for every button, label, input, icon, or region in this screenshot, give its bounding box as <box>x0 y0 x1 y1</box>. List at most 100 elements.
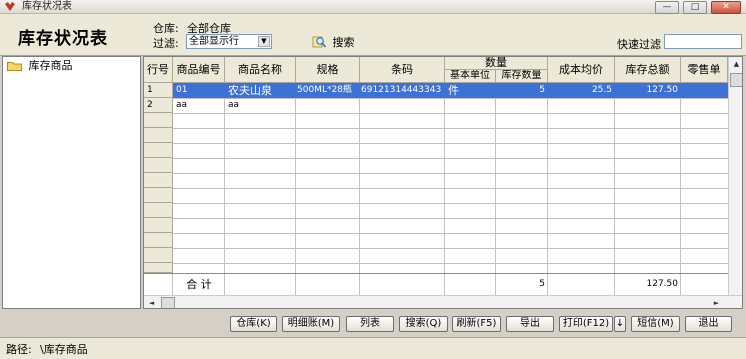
detail-ledger-button[interactable]: 明细账(M) <box>282 316 340 332</box>
totals-row: 合 计 5 127.50 <box>144 273 728 296</box>
refresh-button[interactable]: 刷新(F5) <box>452 316 501 332</box>
search-link[interactable]: 搜索 <box>312 34 355 50</box>
grid-line <box>224 274 225 296</box>
cell-barcode[interactable]: 6912131444334​3 <box>360 83 445 98</box>
cell-name[interactable]: 农夫山泉 <box>225 83 296 98</box>
exit-button[interactable]: 退出 <box>685 316 732 332</box>
cell-unit[interactable]: 件 <box>445 83 496 98</box>
grid-line <box>173 218 728 219</box>
scroll-right-icon[interactable]: ► <box>710 297 723 308</box>
page-title: 库存状况表 <box>18 29 108 49</box>
grid-line <box>173 173 728 174</box>
vertical-scrollbar[interactable]: ▲ <box>728 57 742 295</box>
scroll-left-icon[interactable]: ◄ <box>145 297 158 308</box>
app-icon <box>5 2 15 11</box>
grid-line <box>359 274 360 296</box>
column-header-total[interactable]: 库存总额 <box>615 57 681 83</box>
grid-line <box>173 113 728 114</box>
grid-line <box>444 274 445 296</box>
warehouse-label: 仓库: <box>153 22 179 35</box>
path-value: \库存商品 <box>40 343 88 356</box>
grid-line <box>495 274 496 296</box>
title-bar: 库存状况表 — □ ✕ <box>0 0 746 14</box>
minimize-button[interactable]: — <box>655 1 679 14</box>
column-header-spec[interactable]: 规格 <box>296 57 360 83</box>
quick-filter-input[interactable] <box>664 34 742 49</box>
column-header-unit[interactable]: 基本单位 <box>445 70 496 83</box>
row-header[interactable] <box>144 113 173 128</box>
cell-retail[interactable] <box>681 83 728 98</box>
row-header[interactable] <box>144 233 173 248</box>
search-button[interactable]: 搜索(Q) <box>399 316 448 332</box>
row-header[interactable] <box>144 248 173 263</box>
column-header-row-no: 行号 <box>144 57 173 83</box>
filter-select-value: 全部显示行 <box>189 36 239 47</box>
scroll-up-icon[interactable]: ▲ <box>730 58 742 71</box>
maximize-button[interactable]: □ <box>683 1 707 14</box>
totals-stock-qty: 5 <box>539 279 545 289</box>
column-header-code[interactable]: 商品编号 <box>173 57 225 83</box>
cell-stock-qty[interactable]: 5 <box>496 83 548 98</box>
folder-icon <box>7 62 22 71</box>
chevron-down-icon[interactable]: ▼ <box>258 36 270 47</box>
scroll-thumb[interactable] <box>730 73 742 87</box>
grid-line <box>173 188 728 189</box>
horizontal-scrollbar[interactable]: ◄ ► <box>144 295 742 308</box>
list-button[interactable]: 列表 <box>346 316 394 332</box>
grid-line <box>295 274 296 296</box>
cell-name[interactable]: aa <box>225 98 296 113</box>
path-label: 路径: <box>6 343 32 356</box>
status-bar: 路径: \库存商品 <box>0 337 746 359</box>
row-header[interactable] <box>144 158 173 173</box>
scroll-thumb[interactable] <box>161 297 175 308</box>
grid-line <box>173 233 728 234</box>
grid-line <box>173 248 728 249</box>
row-header[interactable]: 2 <box>144 98 173 113</box>
row-header[interactable] <box>144 218 173 233</box>
grid-line <box>173 143 728 144</box>
cell-spec[interactable]: 500ML*28瓶 <box>296 83 360 98</box>
cell-avg-cost[interactable]: 25.5 <box>548 83 615 98</box>
grid-line <box>172 274 173 296</box>
column-group-quantity: 数量 <box>445 57 548 70</box>
inventory-grid: 行号 商品编号 商品名称 规格 条码 数量 基本单位 库存数量 成本均价 库存总… <box>143 56 743 309</box>
grid-line <box>173 128 728 129</box>
row-header[interactable] <box>144 203 173 218</box>
row-header[interactable]: 1 <box>144 83 173 98</box>
row-header[interactable] <box>144 143 173 158</box>
totals-amount: 127.50 <box>646 279 679 289</box>
column-header-avg-cost[interactable]: 成本均价 <box>548 57 615 83</box>
sms-button[interactable]: 短信(M) <box>631 316 680 332</box>
grid-line <box>173 158 728 159</box>
column-header-retail[interactable]: 零售单 <box>681 57 728 83</box>
cell-total[interactable]: 127.50 <box>615 83 681 98</box>
search-icon <box>312 36 327 48</box>
grid-line <box>547 274 548 296</box>
report-header: 库存状况表 仓库: 全部仓库 过滤: 全部显示行 ▼ 搜索 快速过滤 <box>0 14 746 56</box>
category-tree: 库存商品 <box>2 56 141 309</box>
filter-select[interactable]: 全部显示行 ▼ <box>186 34 272 49</box>
close-button[interactable]: ✕ <box>711 1 741 14</box>
search-link-label: 搜索 <box>332 36 355 49</box>
filter-label: 过滤: <box>153 37 179 50</box>
print-button[interactable]: 打印(F12) <box>559 316 613 332</box>
print-dropdown-button[interactable]: ↓ <box>614 316 626 332</box>
export-button[interactable]: 导出 <box>506 316 554 332</box>
column-header-barcode[interactable]: 条码 <box>360 57 445 83</box>
tree-item-stock-goods[interactable]: 库存商品 <box>7 59 73 72</box>
cell-code[interactable]: aa <box>173 98 225 113</box>
grid-line <box>680 274 681 296</box>
totals-label: 合 计 <box>186 278 212 291</box>
row-header[interactable] <box>144 173 173 188</box>
column-header-name[interactable]: 商品名称 <box>225 57 296 83</box>
quick-filter-label: 快速过滤 <box>617 38 661 51</box>
window-title: 库存状况表 <box>22 1 72 12</box>
warehouse-button[interactable]: 仓库(K) <box>230 316 277 332</box>
cell-code[interactable]: 01 <box>173 83 225 98</box>
row-header[interactable] <box>144 263 173 273</box>
row-header[interactable] <box>144 188 173 203</box>
row-header[interactable] <box>144 128 173 143</box>
column-header-stock-qty[interactable]: 库存数量 <box>496 70 548 83</box>
tree-item-label: 库存商品 <box>28 59 73 72</box>
grid-line <box>173 263 728 264</box>
